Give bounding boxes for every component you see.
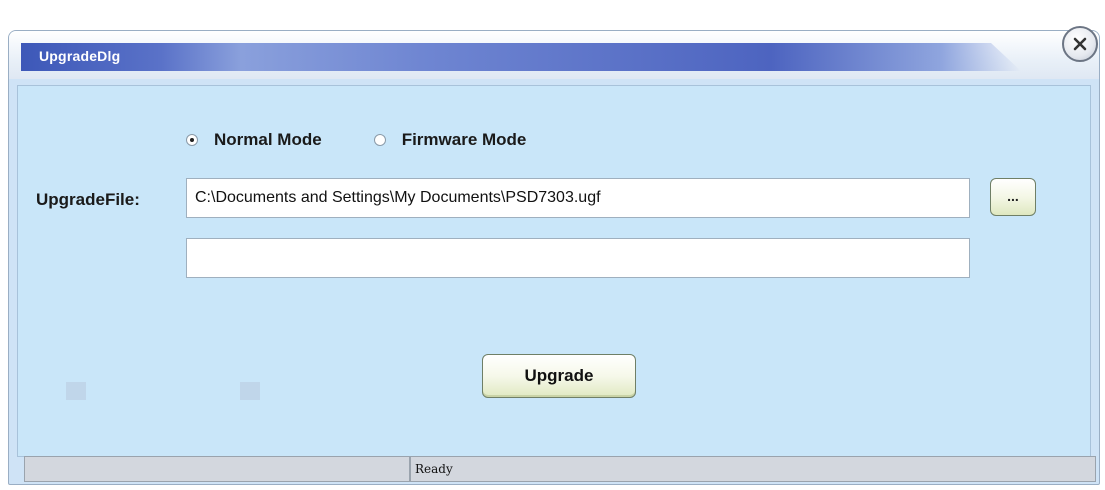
status-pane-ready: Ready — [410, 456, 1096, 482]
close-button[interactable] — [1062, 26, 1098, 62]
status-bar: Ready — [24, 456, 1096, 482]
window-title: UpgradeDlg — [39, 48, 121, 64]
decorative-block — [66, 382, 86, 400]
decorative-block — [240, 382, 260, 400]
normal-mode-radio[interactable] — [186, 134, 198, 146]
title-band — [21, 43, 1021, 71]
title-bar[interactable]: UpgradeDlg — [9, 31, 1099, 79]
firmware-mode-radio[interactable] — [373, 134, 386, 146]
browse-button[interactable]: ... — [990, 178, 1036, 216]
status-pane-left — [24, 456, 410, 482]
firmware-mode-label[interactable]: Firmware Mode — [402, 130, 527, 150]
upgrade-file-label: UpgradeFile: — [36, 190, 140, 209]
close-icon — [1073, 37, 1087, 51]
upgrade-button[interactable]: Upgrade — [482, 354, 636, 398]
upgrade-file-input[interactable]: C:\Documents and Settings\My Documents\P… — [186, 178, 970, 218]
mode-radio-group: Normal Mode Firmware Mode — [186, 130, 578, 150]
progress-field — [186, 238, 970, 278]
normal-mode-label[interactable]: Normal Mode — [214, 130, 322, 150]
